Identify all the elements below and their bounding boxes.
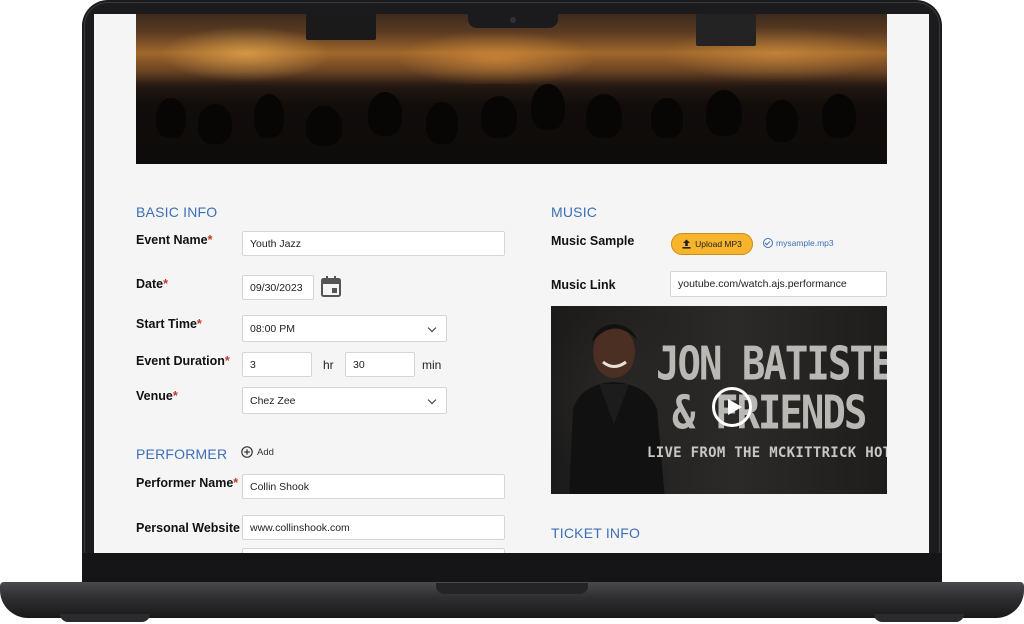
plus-circle-icon [241, 446, 253, 458]
personal-website-label: Personal Website [136, 521, 240, 535]
hours-unit-label: hr [323, 358, 334, 372]
start-time-label: Start Time* [136, 317, 202, 331]
upload-icon [682, 239, 691, 249]
laptop-base-notch [436, 583, 588, 594]
add-performer-button[interactable]: Add [241, 446, 274, 458]
play-icon[interactable] [712, 387, 752, 427]
basic-info-heading: BASIC INFO [136, 204, 218, 220]
uploaded-file-chip[interactable]: mysample.mp3 [763, 238, 834, 248]
video-title-line1: JON BATISTE [656, 338, 887, 392]
next-field-input[interactable] [242, 548, 505, 553]
minutes-unit-label: min [422, 358, 442, 372]
music-heading: MUSIC [551, 204, 598, 220]
performer-name-input[interactable]: Collin Shook [242, 474, 505, 499]
duration-hours-input[interactable]: 3 [242, 352, 312, 377]
chevron-down-icon [427, 323, 437, 333]
venue-label: Venue* [136, 389, 178, 403]
performer-name-label: Performer Name* [136, 476, 239, 490]
music-sample-label: Music Sample [551, 234, 635, 248]
performer-heading: PERFORMER [136, 446, 228, 462]
venue-select[interactable]: Chez Zee [242, 387, 447, 414]
video-player[interactable]: JON BATISTE & FRIENDS LIVE FROM THE MCKI… [551, 306, 887, 494]
video-subtitle: LIVE FROM THE MCKITTRICK HOTEL [647, 445, 887, 461]
date-label: Date* [136, 277, 168, 291]
camera-notch [468, 13, 558, 28]
event-name-input[interactable]: Youth Jazz [242, 231, 505, 256]
start-time-select[interactable]: 08:00 PM [242, 315, 447, 342]
camera-icon [510, 17, 516, 23]
event-hero-image [136, 14, 887, 164]
event-name-label: Event Name* [136, 233, 213, 247]
personal-website-input[interactable]: www.collinshook.com [242, 515, 505, 540]
video-title-line2: & FRIENDS [672, 387, 867, 441]
upload-mp3-button[interactable]: Upload MP3 [671, 233, 753, 255]
laptop-foot [874, 614, 964, 622]
app-screen: BASIC INFO Event Name* Youth Jazz Date* … [94, 14, 929, 553]
duration-minutes-input[interactable]: 30 [345, 352, 415, 377]
ticket-info-heading: TICKET INFO [551, 525, 641, 541]
laptop-foot [60, 614, 150, 622]
performer-photo [569, 324, 665, 494]
music-link-input[interactable]: youtube.com/watch.ajs.performance [670, 271, 887, 297]
date-input[interactable]: 09/30/2023 [242, 275, 314, 300]
music-link-label: Music Link [551, 278, 616, 292]
calendar-icon[interactable] [320, 275, 342, 298]
check-circle-icon [763, 238, 773, 248]
event-duration-label: Event Duration* [136, 354, 230, 368]
chevron-down-icon [427, 395, 437, 405]
